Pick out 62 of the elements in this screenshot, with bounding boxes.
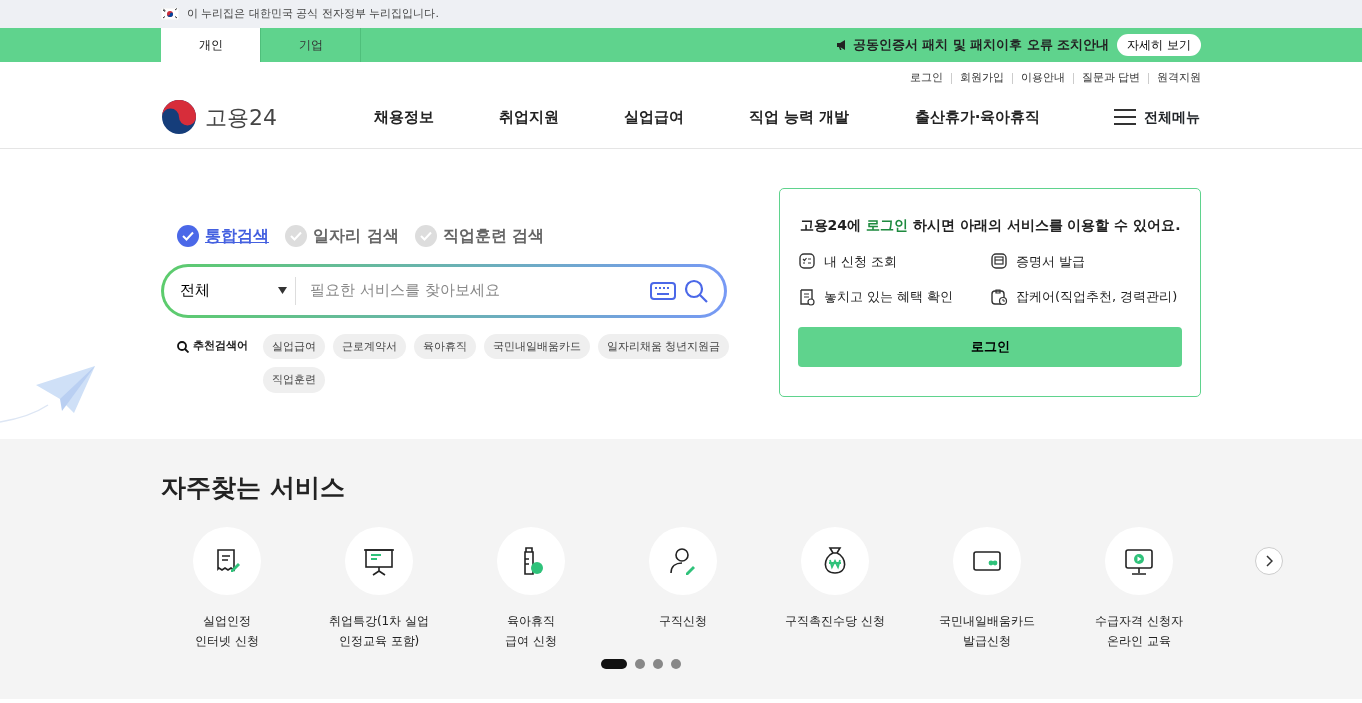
chevron-right-icon [1265,554,1273,567]
audience-tab[interactable]: 개인 [161,28,261,62]
service-label[interactable]: 육아휴직 급여 신청 [505,610,557,651]
search-icon[interactable] [684,278,708,303]
certificate-icon [990,252,1008,271]
check-icon [177,224,199,247]
logo-text[interactable]: 고용24 [205,100,277,134]
nav-link[interactable]: 직업 능력 개발 [749,105,850,129]
search-tab[interactable]: 일자리 검색 [285,223,399,248]
utility-link[interactable]: 로그인 [909,70,943,87]
keyboard-icon[interactable] [650,281,676,300]
utility-link[interactable]: 회원가입 [959,70,1004,87]
login-message: 고용24에 로그인 하시면 아래의 서비스를 이용할 수 있어요. [798,215,1182,235]
details-button[interactable]: 자세히 보기 [1117,34,1201,56]
nav-link[interactable]: 출산휴가·육아휴직 [914,105,1041,129]
keyword-chip[interactable]: 국민내일배움카드 [484,333,590,360]
search-field[interactable]: 전체 필요한 서비스를 찾아보세요 [161,263,727,318]
flag-icon [161,8,179,20]
service-label[interactable]: 실업인정 인터넷 신청 [195,610,259,651]
clipboard-icon [990,287,1008,306]
megaphone-icon [835,39,848,51]
keyword-chip[interactable]: 육아휴직 [414,333,476,360]
search-icon [177,340,189,353]
logo-emblem-icon [161,99,197,135]
utility-link[interactable]: 이용안내 [1020,70,1065,87]
check-icon [414,224,437,247]
keyword-chip[interactable]: 근로계약서 [333,333,406,360]
service-link[interactable]: 놓치고 있는 혜택 확인 [824,287,954,307]
nav-link[interactable]: 취업지원 [498,105,559,129]
recommended-label: 추천검색어 [193,338,248,355]
service-link[interactable]: 증명서 발급 [1016,251,1086,271]
checklist-icon [798,252,816,271]
next-button[interactable] [1255,546,1283,575]
nav-link[interactable]: 실업급여 [623,105,684,129]
utility-link[interactable]: 질문과 답변 [1081,70,1140,87]
audience-tab[interactable]: 기업 [261,28,361,62]
service-link[interactable]: 잡케어(직업추천, 경력관리) [1016,287,1178,307]
pagination-dot[interactable] [671,658,681,669]
login-button[interactable]: 로그인 [798,326,1182,367]
keyword-chip[interactable]: 직업훈련 [263,367,325,393]
nav-link[interactable]: 채용정보 [373,105,434,129]
all-menu-button[interactable]: 전체메뉴 [1113,105,1201,129]
section-title: 자주찾는 서비스 [161,472,346,503]
service-label[interactable]: 국민내일배움카드 발급신청 [939,610,1035,651]
pagination-dot[interactable] [653,658,663,669]
document-icon [798,287,816,306]
notice-text[interactable]: 공동인증서 패치 및 패치이후 오류 조치안내 [852,35,1110,55]
menu-icon [1114,108,1136,126]
service-label[interactable]: 수급자격 신청자 온라인 교육 [1095,610,1183,651]
service-link[interactable]: 내 신청 조회 [824,251,898,271]
caret-icon [278,287,287,294]
gov-notice-text: 이 누리집은 대한민국 공식 전자정부 누리집입니다. [187,5,439,22]
check-icon [285,224,307,247]
search-tab[interactable]: 직업훈련 검색 [414,223,545,248]
service-label[interactable]: 구직신청 [659,610,707,631]
search-tab[interactable]: 통합검색 [177,223,269,248]
keyword-chip[interactable]: 실업급여 [263,333,325,360]
pagination-dot[interactable] [635,658,645,669]
service-label[interactable]: 취업특강(1차 실업 인정교육 포함) [328,610,430,651]
utility-link[interactable]: 원격지원 [1157,70,1201,87]
keyword-chip[interactable]: 일자리채움 청년지원금 [598,333,730,360]
service-label[interactable]: 구직촉진수당 신청 [785,610,885,631]
